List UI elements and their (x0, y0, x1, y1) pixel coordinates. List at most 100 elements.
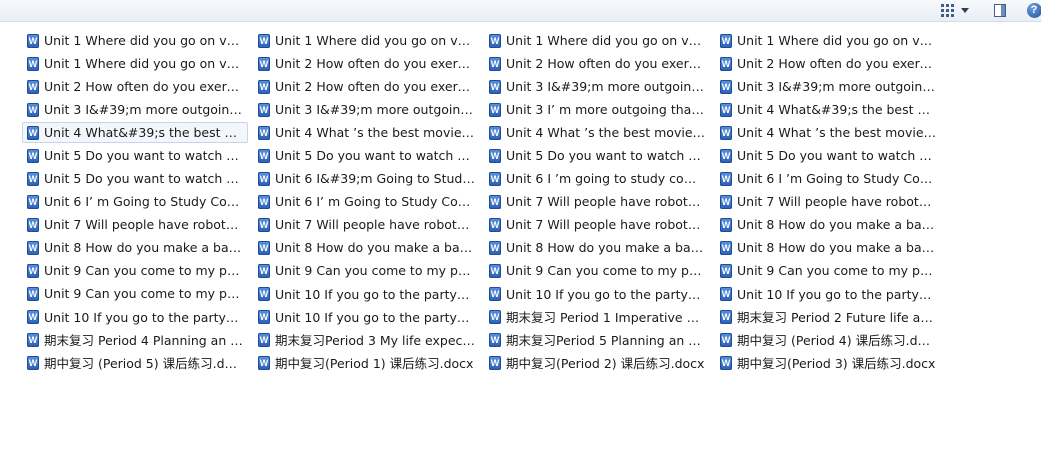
word-document-icon: W (720, 171, 732, 186)
word-document-icon: W (27, 240, 39, 255)
file-name: Unit 3 I&#39;m more outgoing t... (44, 102, 244, 117)
file-item[interactable]: W Unit 8 How do you make a bana... (253, 237, 479, 258)
word-document-icon: W (489, 148, 501, 163)
file-item[interactable]: W Unit 4 What&#39;s the best movi... (22, 122, 248, 143)
file-item[interactable]: W Unit 8 How do you make a bana... (715, 214, 941, 235)
file-item[interactable]: W Unit 1 Where did you go on vaca... (715, 30, 941, 51)
chevron-down-icon (961, 8, 969, 13)
file-name: Unit 1 Where did you go on vaca... (275, 33, 475, 48)
file-item[interactable]: W Unit 8 How do you make a bana... (715, 237, 941, 258)
file-item[interactable]: W Unit 5 Do you want to watch a g... (253, 145, 479, 166)
file-item[interactable]: W 期中复习 (Period 5) 课后练习.docx (22, 352, 248, 373)
file-item[interactable]: W 期末复习 Period 2 Future life and... (715, 306, 941, 327)
file-item[interactable]: W Unit 2 How often do you exercis... (22, 76, 248, 97)
word-document-icon: W (720, 217, 732, 232)
word-document-icon: W (258, 194, 270, 209)
file-item[interactable]: W 期末复习Period 5 Planning an eve... (484, 329, 710, 350)
file-item[interactable]: W Unit 4 What ’s the best movie th... (484, 122, 710, 143)
file-name: Unit 8 How do you make a bana... (275, 240, 475, 255)
file-name: 期中复习(Period 1) 课后练习.docx (275, 356, 474, 371)
file-item[interactable]: W Unit 9 Can you come to my party... (484, 260, 710, 281)
file-item[interactable]: W Unit 8 How do you make a bana... (22, 237, 248, 258)
file-name: 期末复习Period 3 My life expectat... (275, 333, 475, 348)
file-item[interactable]: W 期中复习 (Period 4) 课后练习.docx (715, 329, 941, 350)
file-item[interactable]: W 期末复习 Period 4 Planning an ev... (22, 329, 248, 350)
word-document-icon: W (489, 263, 501, 278)
file-item[interactable]: W Unit 5 Do you want to watch a g... (484, 145, 710, 166)
file-item[interactable]: W Unit 9 Can you come to my party... (22, 260, 248, 281)
file-item[interactable]: W Unit 3 I&#39;m more outgoing t... (22, 99, 248, 120)
word-document-icon: W (27, 217, 39, 232)
file-item[interactable]: W Unit 1 Where did you go on vaca... (253, 30, 479, 51)
file-item[interactable]: W Unit 10 If you go to the party， y... (253, 306, 479, 327)
word-document-icon: W (258, 148, 270, 163)
file-item[interactable]: W 期末复习Period 3 My life expectat... (253, 329, 479, 350)
file-name: Unit 9 Can you come to my party... (737, 263, 937, 278)
file-item[interactable]: W Unit 1 Where did you go on vaca... (22, 53, 248, 74)
file-item[interactable]: W Unit 3 I&#39;m more outgoing t... (484, 76, 710, 97)
file-item[interactable]: W Unit 9 Can you come to my party... (253, 260, 479, 281)
file-item[interactable]: W Unit 7 Will people have robots ? ... (22, 214, 248, 235)
file-name: 期末复习 Period 2 Future life and... (737, 310, 937, 325)
file-item[interactable]: W Unit 10 If you go to the party， y... (715, 283, 941, 304)
file-item[interactable]: W Unit 7 Will people have robots ? ... (715, 191, 941, 212)
file-name: Unit 4 What ’s the best movie th... (275, 125, 475, 140)
file-item[interactable]: W Unit 3 I’ m more outgoing than ... (484, 99, 710, 120)
file-item[interactable]: W Unit 2 How often do you exercis... (715, 53, 941, 74)
file-item[interactable]: W Unit 2 How often do you exercis... (253, 53, 479, 74)
file-item[interactable]: W Unit 9 Can you come to my party... (715, 260, 941, 281)
file-item[interactable]: W 期中复习(Period 1) 课后练习.docx (253, 352, 479, 373)
file-item[interactable]: W Unit 6 I ’m Going to Study Com... (715, 168, 941, 189)
file-item[interactable]: W Unit 4 What ’s the best movie th... (253, 122, 479, 143)
file-item[interactable]: W Unit 7 Will people have robots ? ... (484, 191, 710, 212)
file-item[interactable]: W Unit 6 I’ m Going to Study Com... (253, 191, 479, 212)
word-document-icon: W (258, 33, 270, 48)
file-item[interactable]: W 期末复习 Period 1 Imperative Sen... (484, 306, 710, 327)
word-document-icon: W (258, 286, 270, 301)
file-item[interactable]: W Unit 2 How often do you exercis... (484, 53, 710, 74)
file-name: 期末复习 Period 1 Imperative Sen... (506, 310, 706, 325)
file-item[interactable]: W Unit 6 I’ m Going to Study Com... (22, 191, 248, 212)
file-item[interactable]: W Unit 1 Where did you go on vaca... (484, 30, 710, 51)
word-document-icon: W (27, 102, 39, 117)
file-item[interactable]: W Unit 2 How often do you exercis... (253, 76, 479, 97)
file-name: 期中复习(Period 2) 课后练习.docx (506, 356, 705, 371)
file-name: Unit 6 I ’m going to study comp... (506, 171, 706, 186)
file-item[interactable]: W Unit 10 If you go to the party， y... (484, 283, 710, 304)
file-item[interactable]: W Unit 4 What ’s the best movie th... (715, 122, 941, 143)
word-document-icon: W (720, 33, 732, 48)
word-document-icon: W (27, 286, 39, 301)
file-item[interactable]: W Unit 8 How do you make a bana... (484, 237, 710, 258)
file-item[interactable]: W Unit 7 Will people have robots ? ... (253, 214, 479, 235)
change-view-button[interactable] (932, 0, 978, 21)
file-item[interactable]: W Unit 3 I&#39;m more outgoing t... (715, 76, 941, 97)
file-item[interactable]: W Unit 5 Do you want to watch a g... (22, 145, 248, 166)
file-item[interactable]: W Unit 6 I ’m going to study comp... (484, 168, 710, 189)
file-name: Unit 8 How do you make a bana... (506, 240, 706, 255)
file-item[interactable]: W Unit 5 Do you want to watch a g... (715, 145, 941, 166)
file-item[interactable]: W Unit 7 Will people have robots ? ... (484, 214, 710, 235)
file-item[interactable]: W Unit 10 If you go to the party， y... (22, 306, 248, 327)
file-item[interactable]: W Unit 9 Can you come to my party... (22, 283, 248, 304)
file-item[interactable]: W 期中复习(Period 2) 课后练习.docx (484, 352, 710, 373)
file-item[interactable]: W Unit 4 What&#39;s the best movi... (715, 99, 941, 120)
word-document-icon: W (489, 125, 501, 140)
file-item[interactable]: W Unit 10 If you go to the party， y... (253, 283, 479, 304)
word-document-icon: W (720, 148, 732, 163)
file-item[interactable]: W Unit 1 Where did you go on vaca... (22, 30, 248, 51)
word-document-icon: W (489, 332, 501, 347)
file-item[interactable]: W Unit 5 Do you want to watch a g... (22, 168, 248, 189)
word-document-icon: W (720, 240, 732, 255)
word-document-icon: W (27, 148, 39, 163)
file-item[interactable]: W 期中复习(Period 3) 课后练习.docx (715, 352, 941, 373)
file-name: Unit 8 How do you make a bana... (737, 240, 937, 255)
file-item[interactable]: W Unit 6 I&#39;m Going to Study C... (253, 168, 479, 189)
file-item[interactable]: W Unit 3 I&#39;m more outgoing t... (253, 99, 479, 120)
file-name: Unit 6 I’ m Going to Study Com... (44, 194, 244, 209)
preview-pane-button[interactable] (988, 0, 1012, 21)
file-name: Unit 2 How often do you exercis... (44, 79, 244, 94)
file-name: Unit 3 I&#39;m more outgoing t... (737, 79, 937, 94)
word-document-icon: W (489, 171, 501, 186)
file-name: Unit 7 Will people have robots ? ... (275, 217, 475, 232)
help-button[interactable]: ? (1024, 0, 1041, 21)
